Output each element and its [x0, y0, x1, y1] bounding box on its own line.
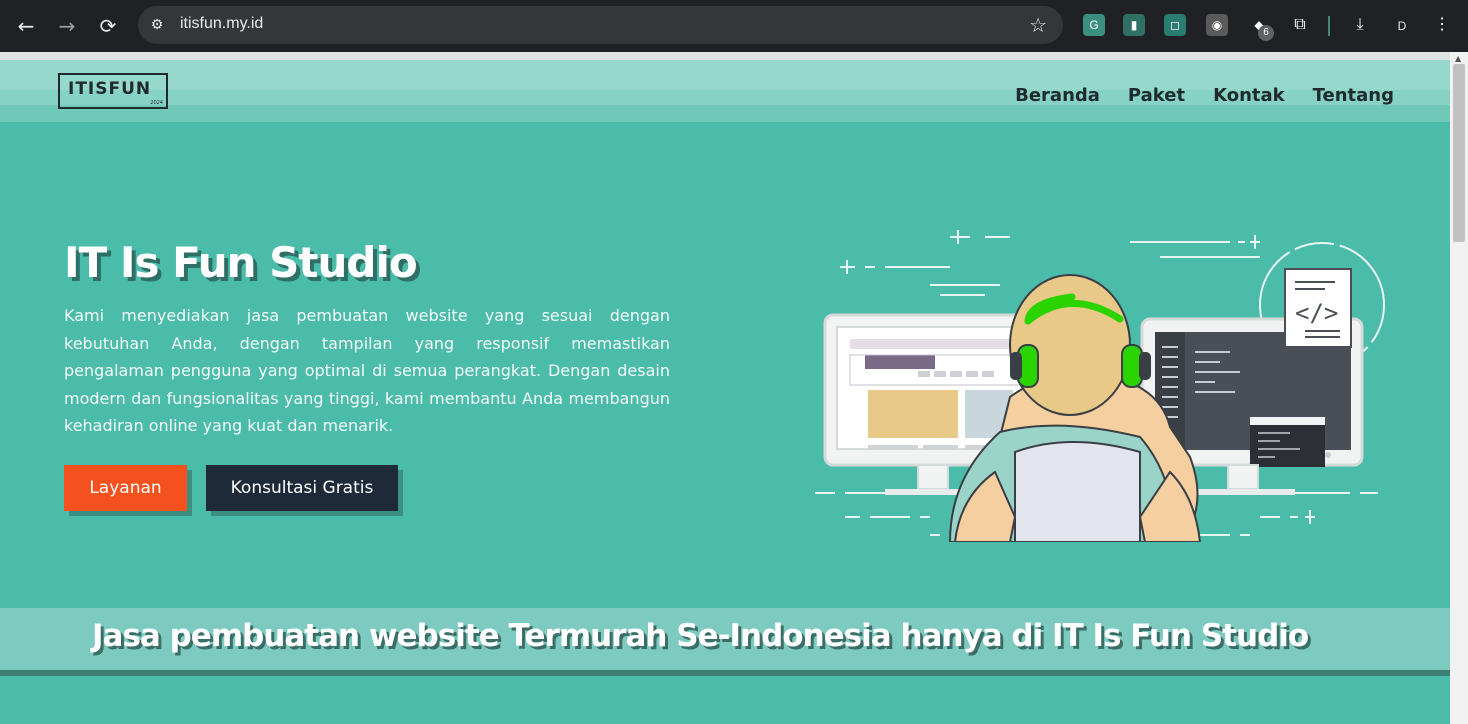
- logo-text: ITISFUN: [68, 79, 152, 99]
- extensions-puzzle-icon[interactable]: ⧉: [1289, 14, 1311, 36]
- back-icon[interactable]: ←: [14, 14, 38, 38]
- site-logo[interactable]: ITISFUN 2024: [58, 73, 168, 109]
- scroll-thumb[interactable]: [1453, 64, 1465, 242]
- extension-count-badge: 6: [1258, 25, 1274, 41]
- code-document: </>: [1284, 268, 1352, 348]
- nav-kontak[interactable]: Kontak: [1213, 85, 1285, 106]
- forward-icon[interactable]: →: [55, 14, 79, 38]
- bookmark-star-icon[interactable]: ☆: [1029, 13, 1047, 37]
- hero-description: Kami menyediakan jasa pembuatan website …: [64, 306, 670, 435]
- nav-beranda[interactable]: Beranda: [1015, 85, 1100, 106]
- address-bar[interactable]: ⚙ itisfun.my.id ☆: [138, 6, 1063, 44]
- layanan-button[interactable]: Layanan: [64, 465, 187, 511]
- browser-toolbar: ← → ⟳ ⚙ itisfun.my.id ☆ G ▮ ◻ ◉ ◆ 6 ⧉ ⤓ …: [0, 0, 1468, 52]
- translate-extension-icon[interactable]: G: [1083, 14, 1105, 36]
- site-info-icon[interactable]: ⚙: [148, 16, 166, 34]
- hero-title: IT Is Fun Studio: [64, 238, 418, 287]
- camera-extension-icon[interactable]: ◉: [1206, 14, 1228, 36]
- promo-banner-text: Jasa pembuatan website Termurah Se-Indon…: [92, 618, 1309, 654]
- page-viewport: ITISFUN 2024 Beranda Paket Kontak Tentan…: [0, 52, 1450, 724]
- reload-icon[interactable]: ⟳: [96, 14, 120, 38]
- page-scrollbar[interactable]: ▲: [1450, 52, 1468, 724]
- menu-kebab-icon[interactable]: ⋮: [1431, 14, 1453, 36]
- site-header: ITISFUN 2024 Beranda Paket Kontak Tentan…: [0, 60, 1450, 122]
- konsultasi-gratis-button[interactable]: Konsultasi Gratis: [206, 465, 398, 511]
- code-sign-text: </>: [1295, 299, 1338, 327]
- top-strip: [0, 52, 1450, 60]
- toolbar-divider: [1328, 16, 1330, 36]
- nav-paket[interactable]: Paket: [1128, 85, 1185, 106]
- copy-extension-icon[interactable]: ▮: [1123, 14, 1145, 36]
- screenshot-extension-icon[interactable]: ◻: [1164, 14, 1186, 36]
- main-nav: Beranda Paket Kontak Tentang: [1015, 85, 1394, 106]
- nav-tentang[interactable]: Tentang: [1313, 85, 1394, 106]
- url-text[interactable]: itisfun.my.id: [180, 15, 263, 33]
- profile-avatar[interactable]: D: [1390, 14, 1414, 38]
- logo-year: 2024: [150, 100, 163, 106]
- banner-divider: [0, 670, 1450, 676]
- developer-illustration: </>: [815, 230, 1385, 542]
- scroll-up-icon[interactable]: ▲: [1455, 54, 1461, 63]
- download-icon[interactable]: ⤓: [1349, 14, 1371, 36]
